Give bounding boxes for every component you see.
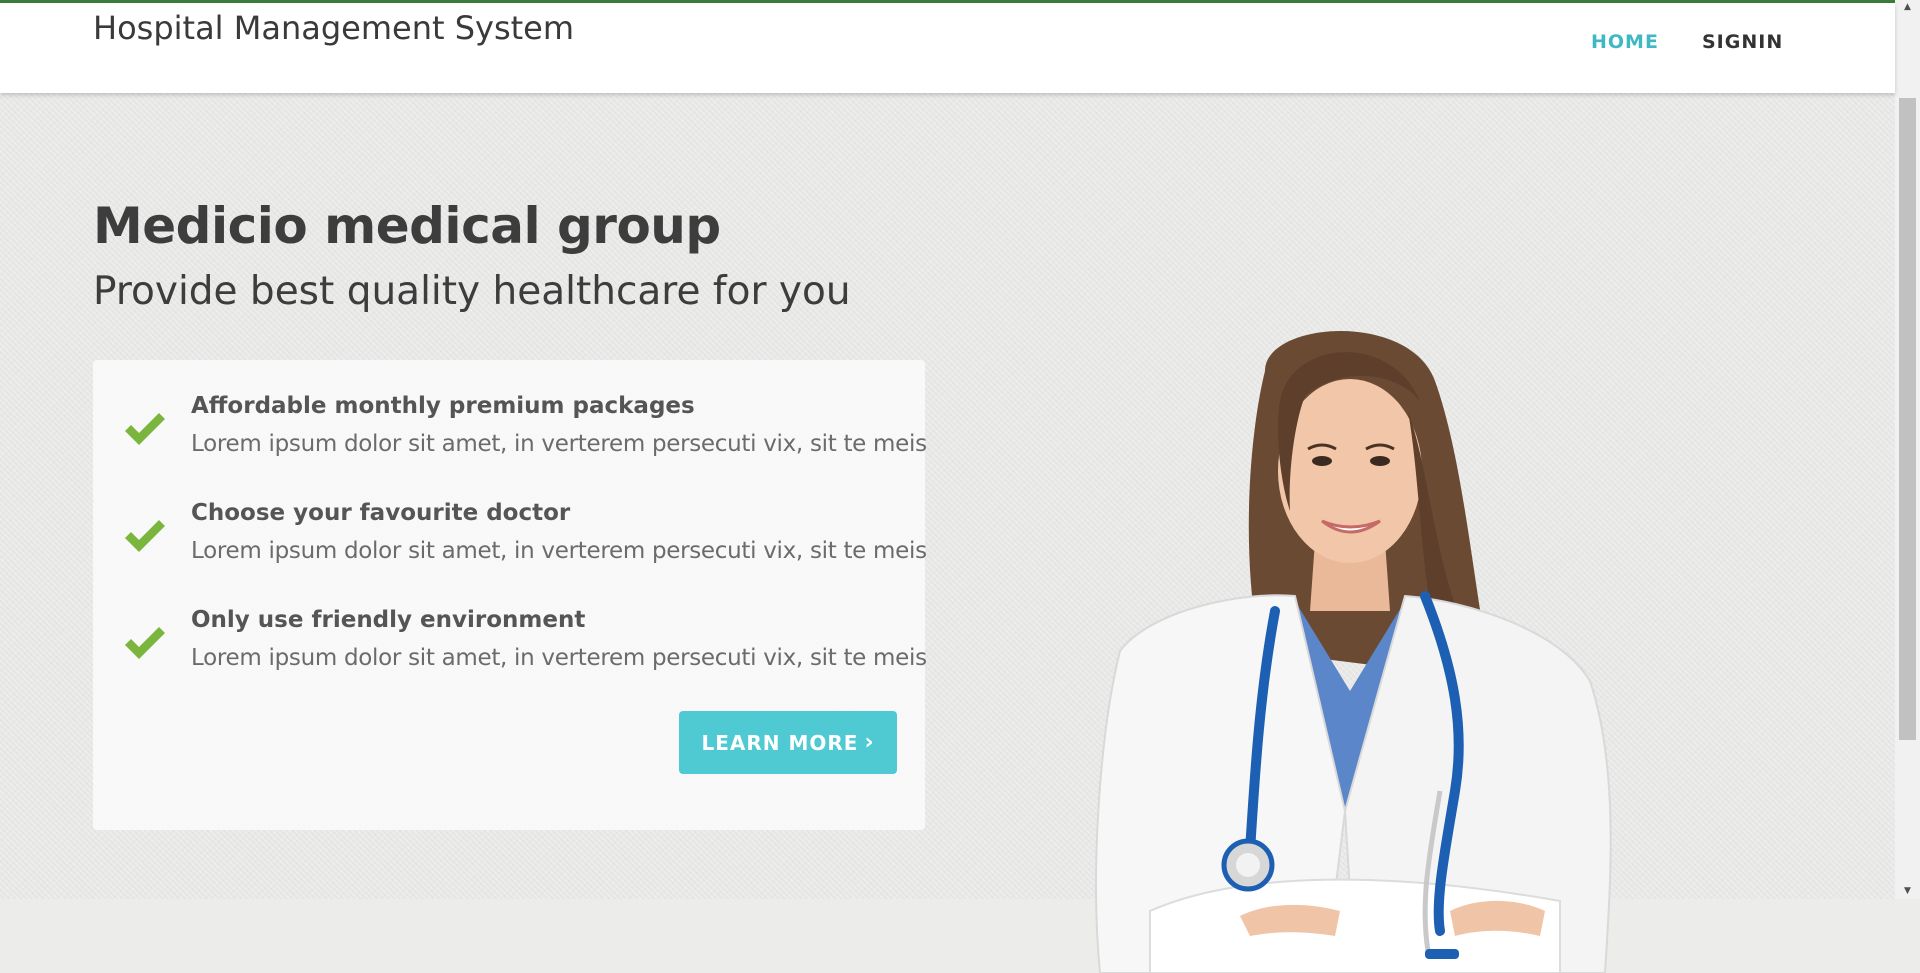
- nav-home-link[interactable]: HOME: [1591, 31, 1659, 53]
- scrollbar-thumb[interactable]: [1899, 98, 1916, 740]
- brand-title[interactable]: Hospital Management System: [93, 9, 574, 47]
- learn-more-label: LEARN MORE: [701, 730, 859, 755]
- chevron-right-icon: ›: [864, 730, 875, 755]
- feature-title: Choose your favourite doctor: [191, 500, 571, 526]
- navbar: Hospital Management System HOME SIGNIN: [0, 3, 1895, 93]
- feature-item: Only use friendly environment Lorem ipsu…: [93, 607, 927, 687]
- feature-description: Lorem ipsum dolor sit amet, in verterem …: [191, 431, 927, 457]
- feature-title: Affordable monthly premium packages: [191, 393, 695, 419]
- nav-signin-link[interactable]: SIGNIN: [1702, 31, 1783, 53]
- feature-item: Affordable monthly premium packages Lore…: [93, 393, 927, 473]
- feature-item: Choose your favourite doctor Lorem ipsum…: [93, 500, 927, 580]
- learn-more-button[interactable]: LEARN MORE ›: [679, 711, 897, 774]
- hero-section: Medicio medical group Provide best quali…: [0, 93, 1895, 973]
- check-icon: [125, 413, 165, 445]
- hero-subtitle: Provide best quality healthcare for you: [93, 269, 851, 314]
- hero-title: Medicio medical group: [93, 197, 721, 255]
- feature-box: Affordable monthly premium packages Lore…: [93, 360, 927, 830]
- feature-title: Only use friendly environment: [191, 607, 586, 633]
- feature-description: Lorem ipsum dolor sit amet, in verterem …: [191, 645, 927, 671]
- doctor-photo: [1095, 331, 1612, 973]
- scroll-down-arrow-icon[interactable]: ▼: [1899, 884, 1916, 898]
- check-icon: [125, 520, 165, 552]
- check-icon: [125, 627, 165, 659]
- scroll-up-arrow-icon[interactable]: ▲: [1899, 0, 1916, 14]
- feature-description: Lorem ipsum dolor sit amet, in verterem …: [191, 538, 927, 564]
